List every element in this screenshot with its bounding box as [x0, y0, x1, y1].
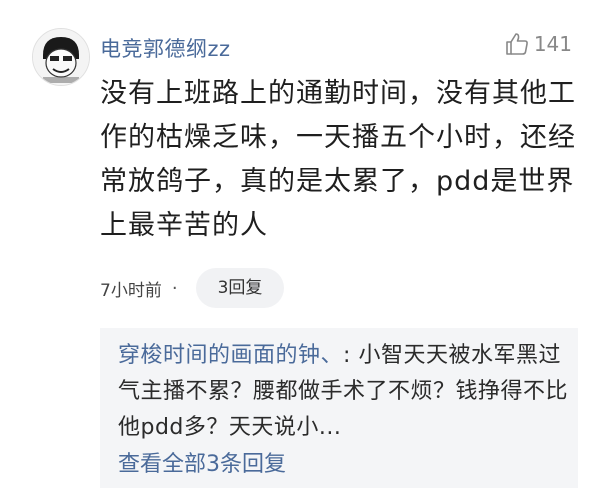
reply-count-button[interactable]: 3回复: [195, 268, 285, 308]
reply-separator: :: [343, 343, 351, 368]
view-all-replies-link[interactable]: 查看全部3条回复: [118, 446, 286, 478]
username[interactable]: 电竞郭德纲zz: [100, 33, 231, 63]
meta-separator: ·: [171, 277, 178, 299]
reply-preview-text: 穿梭时间的画面的钟、: 小智天天被水军黑过气主播不累？腰都做手术了不烦？钱挣得不…: [118, 338, 568, 446]
avatar[interactable]: [32, 28, 90, 86]
reply-author[interactable]: 穿梭时间的画面的钟、: [118, 343, 343, 368]
comment-meta: 7小时前 · 3回复: [100, 268, 285, 308]
comment-time: 7小时前: [100, 280, 162, 301]
reply-preview[interactable]: 穿梭时间的画面的钟、: 小智天天被水军黑过气主播不累？腰都做手术了不烦？钱挣得不…: [100, 328, 578, 488]
comment-card: 电竞郭德纲zz 141 没有上班路上的通勤时间，没有其他工作的枯燥乏味，一天播五…: [0, 0, 600, 488]
like-button[interactable]: 141: [504, 31, 572, 57]
thumb-up-icon: [506, 33, 528, 55]
avatar-face-icon: [33, 29, 89, 85]
like-count: 141: [533, 32, 572, 56]
comment-text: 没有上班路上的通勤时间，没有其他工作的枯燥乏味，一天播五个小时，还经常放鸽子，真…: [100, 78, 576, 241]
